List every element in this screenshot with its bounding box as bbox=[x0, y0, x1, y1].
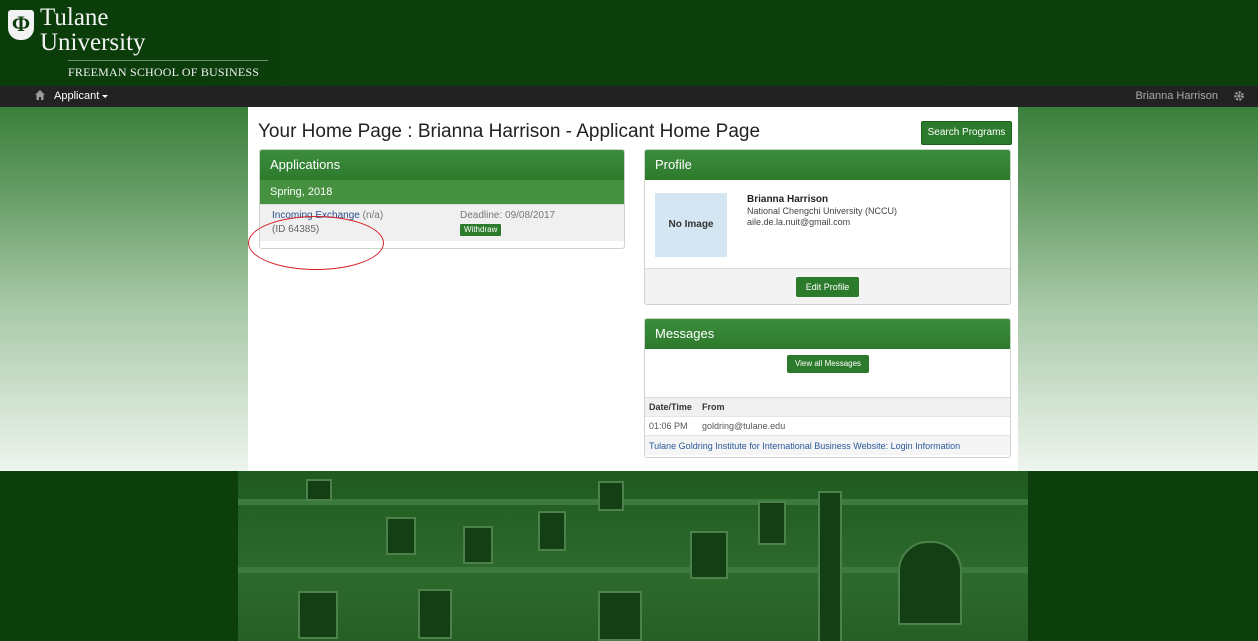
building-window bbox=[298, 591, 338, 639]
messages-table-header: Date/Time From bbox=[645, 397, 1010, 416]
messages-panel: Messages View all Messages Date/Time Fro… bbox=[644, 318, 1011, 458]
building-window bbox=[758, 501, 786, 545]
application-status: (n/a) bbox=[362, 210, 384, 221]
applicant-menu-label: Applicant bbox=[54, 90, 100, 102]
building-window bbox=[598, 591, 642, 641]
profile-email: aile.de.la.nuit@gmail.com bbox=[747, 217, 851, 227]
main-content: Your Home Page : Brianna Harrison - Appl… bbox=[248, 107, 1018, 471]
annotation-red-circle bbox=[248, 216, 384, 270]
gear-icon[interactable] bbox=[1233, 90, 1245, 102]
profile-school: National Chengchi University (NCCU) bbox=[747, 206, 898, 216]
applications-heading: Applications bbox=[260, 150, 624, 180]
building-arch bbox=[898, 541, 962, 625]
profile-panel: Profile No Image Brianna Harrison Nation… bbox=[644, 149, 1011, 305]
site-header: Φ Tulane University FREEMAN SCHOOL OF BU… bbox=[0, 0, 1258, 86]
message-from: goldring@tulane.edu bbox=[702, 421, 786, 431]
column-header-from: From bbox=[702, 402, 725, 412]
tulane-shield-logo[interactable]: Φ bbox=[8, 10, 34, 40]
building-window bbox=[690, 531, 728, 579]
user-menu[interactable]: Brianna Harrison bbox=[1135, 86, 1218, 107]
application-deadline: Deadline: 09/08/2017 bbox=[460, 210, 556, 221]
profile-name: Brianna Harrison bbox=[747, 194, 829, 205]
edit-profile-button[interactable]: Edit Profile bbox=[796, 277, 859, 297]
message-row[interactable]: 01:06 PM goldring@tulane.edu bbox=[645, 416, 1010, 435]
view-all-messages-button[interactable]: View all Messages bbox=[787, 355, 869, 373]
search-programs-button[interactable]: Search Programs bbox=[921, 121, 1012, 145]
home-icon[interactable] bbox=[34, 89, 46, 101]
profile-image-placeholder: No Image bbox=[655, 193, 727, 257]
building-window bbox=[306, 479, 332, 501]
campus-building-image bbox=[238, 471, 1028, 641]
caret-down-icon bbox=[102, 94, 109, 98]
building-window bbox=[598, 481, 624, 511]
term-heading: Spring, 2018 bbox=[260, 180, 624, 204]
message-subject-link[interactable]: Tulane Goldring Institute for Internatio… bbox=[645, 435, 1010, 455]
shield-glyph: Φ bbox=[11, 11, 31, 36]
building-window bbox=[538, 511, 566, 551]
building-window bbox=[418, 589, 452, 639]
withdraw-button[interactable]: Withdraw bbox=[460, 224, 502, 236]
messages-heading: Messages bbox=[645, 319, 1010, 349]
message-time: 01:06 PM bbox=[649, 421, 688, 431]
building-window bbox=[463, 526, 493, 564]
logo-text-university[interactable]: University bbox=[40, 30, 146, 56]
logo-school-name: FREEMAN SCHOOL OF BUSINESS bbox=[68, 65, 260, 79]
profile-heading: Profile bbox=[645, 150, 1010, 180]
profile-footer: Edit Profile bbox=[645, 268, 1010, 304]
logo-divider bbox=[68, 60, 268, 61]
applicant-menu[interactable]: Applicant bbox=[54, 86, 109, 107]
top-navbar: Applicant Brianna Harrison bbox=[0, 86, 1258, 107]
building-ledge bbox=[238, 499, 1028, 505]
column-header-datetime: Date/Time bbox=[649, 402, 692, 412]
page-title: Your Home Page : Brianna Harrison - Appl… bbox=[258, 121, 761, 142]
building-column bbox=[818, 491, 842, 641]
logo-text-tulane[interactable]: Tulane bbox=[40, 5, 109, 30]
building-window bbox=[386, 517, 416, 555]
